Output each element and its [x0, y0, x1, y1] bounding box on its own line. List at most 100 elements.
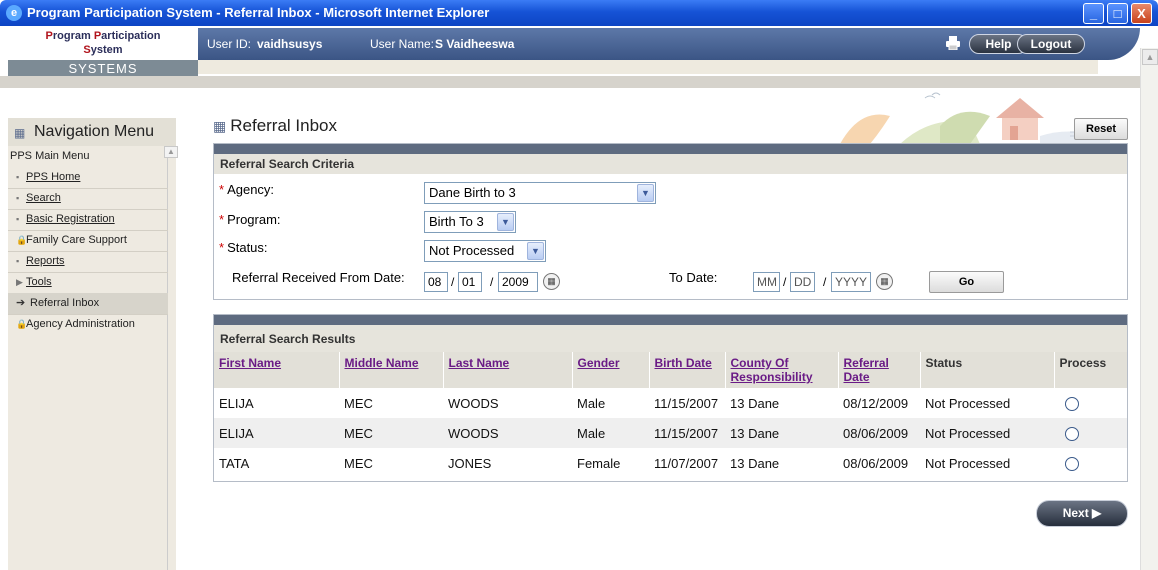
- reset-button[interactable]: Reset: [1074, 118, 1128, 140]
- status-select[interactable]: Not Processed ▼: [424, 240, 546, 262]
- ie-icon: e: [6, 5, 22, 21]
- window-title: Program Participation System - Referral …: [27, 5, 490, 20]
- nav-item-family-care-support[interactable]: 🔒Family Care Support: [8, 230, 168, 251]
- col-referral-date[interactable]: Referral Date: [838, 352, 921, 388]
- user-id-value: vaidhsusys: [257, 37, 323, 51]
- logout-button[interactable]: Logout: [1017, 34, 1085, 54]
- header-subbar: [198, 60, 1098, 74]
- dropdown-arrow-icon[interactable]: ▼: [497, 213, 514, 231]
- calendar-icon[interactable]: ▦: [876, 273, 893, 290]
- process-radio[interactable]: [1065, 396, 1079, 411]
- lock-icon: 🔒: [16, 235, 28, 245]
- grid-icon: ▦: [213, 118, 227, 134]
- nav-item-tools[interactable]: ▶ Tools: [8, 272, 168, 293]
- dropdown-arrow-icon[interactable]: ▼: [527, 242, 544, 260]
- scroll-up-arrow-icon[interactable]: ▲: [1142, 49, 1158, 65]
- col-first-name[interactable]: First Name: [214, 352, 340, 388]
- col-county[interactable]: County Of Responsibility: [725, 352, 839, 388]
- cell-first-name: ELIJA: [214, 418, 339, 448]
- col-gender[interactable]: Gender: [572, 352, 650, 388]
- user-name-label: User Name:: [370, 37, 435, 51]
- nav-scrollbar[interactable]: ▲: [164, 146, 178, 570]
- triangle-right-icon: ▶: [16, 277, 23, 287]
- cell-referral-date: 08/06/2009: [843, 455, 909, 471]
- results-heading: Referral Search Results: [214, 325, 1127, 353]
- cell-birth-date: 11/15/2007: [654, 395, 719, 411]
- from-month-input[interactable]: 08: [424, 272, 448, 292]
- bullet-icon: ▪: [16, 172, 20, 182]
- col-status: Status: [920, 352, 1055, 388]
- scroll-up-arrow-icon[interactable]: ▲: [164, 146, 178, 158]
- house-landscape-icon: [840, 92, 1110, 144]
- cell-process: [1054, 418, 1127, 448]
- from-day-input[interactable]: 01: [458, 272, 482, 292]
- dropdown-arrow-icon[interactable]: ▼: [637, 184, 654, 202]
- cell-referral-date: 08/06/2009: [838, 418, 920, 448]
- from-date-label: Referral Received From Date:: [232, 270, 405, 285]
- nav-item-reports[interactable]: ▪ Reports: [8, 251, 168, 272]
- to-year-input[interactable]: YYYY: [831, 272, 871, 292]
- next-button[interactable]: Next ▶: [1036, 500, 1128, 527]
- cell-county: 13 Dane: [730, 455, 780, 471]
- col-process: Process: [1054, 352, 1127, 388]
- cell-county: 13 Dane: [725, 418, 838, 448]
- agency-label: * Agency:: [219, 182, 275, 197]
- minimize-button[interactable]: _: [1083, 3, 1104, 24]
- col-middle-name[interactable]: Middle Name: [339, 352, 444, 388]
- cell-first-name: TATA: [219, 455, 250, 471]
- window-titlebar: e Program Participation System - Referra…: [0, 0, 1158, 26]
- nav-item-pps-home[interactable]: ▪ PPS Home: [8, 167, 168, 188]
- bullet-icon: ▪: [16, 193, 20, 203]
- cell-first-name: ELIJA: [219, 395, 254, 411]
- table-row: ELIJA MEC WOODS Male 11/15/2007 13 Dane …: [214, 418, 1127, 448]
- cell-referral-date: 08/12/2009: [843, 395, 909, 411]
- maximize-button[interactable]: □: [1107, 3, 1128, 24]
- from-year-input[interactable]: 2009: [498, 272, 538, 292]
- cell-middle-name: MEC: [339, 418, 443, 448]
- to-month-input[interactable]: MM: [753, 272, 780, 292]
- col-birth-date[interactable]: Birth Date: [649, 352, 726, 388]
- cell-process: [1054, 448, 1127, 478]
- table-row: ELIJA MEC WOODS Male 11/15/2007 13 Dane …: [214, 388, 1127, 418]
- col-last-name[interactable]: Last Name: [443, 352, 573, 388]
- table-row: TATA MEC JONES Female 11/07/2007 13 Dane…: [214, 448, 1127, 478]
- printer-icon[interactable]: [945, 36, 961, 51]
- bullet-icon: ▪: [16, 214, 20, 224]
- cell-birth-date: 11/07/2007: [654, 455, 719, 471]
- process-radio[interactable]: [1065, 456, 1079, 471]
- program-select[interactable]: Birth To 3 ▼: [424, 211, 516, 233]
- cell-birth-date: 11/15/2007: [649, 418, 725, 448]
- calendar-icon[interactable]: ▦: [543, 273, 560, 290]
- cell-middle-name: MEC: [344, 455, 373, 471]
- program-label: * Program:: [219, 212, 281, 227]
- navigation-menu: PPS Main Menu ▪ PPS Home ▪ Search ▪ Basic R…: [8, 146, 168, 570]
- cell-process: [1054, 388, 1127, 418]
- nav-item-referral-inbox[interactable]: ➔ Referral Inbox: [8, 293, 168, 314]
- cell-gender: Male: [577, 395, 606, 411]
- process-radio[interactable]: [1065, 426, 1079, 441]
- nav-header: ▦ Navigation Menu: [8, 118, 176, 146]
- cell-status: Not Processed: [920, 418, 1054, 448]
- arrow-right-icon: ➔: [16, 297, 26, 309]
- results-header-row: First Name Middle Name Last Name Gender …: [214, 352, 1127, 388]
- go-button[interactable]: Go: [929, 271, 1004, 293]
- cell-status: Not Processed: [925, 455, 1011, 471]
- user-name-value: S Vaidheeswa: [435, 37, 515, 51]
- user-id-label: User ID:: [207, 37, 252, 51]
- close-button[interactable]: X: [1131, 3, 1152, 24]
- nav-item-search[interactable]: ▪ Search: [8, 188, 168, 209]
- page-scrollbar[interactable]: ▲: [1140, 48, 1158, 570]
- results-table: First Name Middle Name Last Name Gender …: [214, 352, 1127, 478]
- criteria-heading: Referral Search Criteria: [214, 154, 1127, 174]
- agency-select[interactable]: Dane Birth to 3 ▼: [424, 182, 656, 204]
- cell-last-name: WOODS: [448, 395, 499, 411]
- page-title: ▦ Referral Inbox: [213, 116, 338, 135]
- nav-item-agency-administration[interactable]: 🔒Agency Administration: [8, 314, 168, 335]
- grid-icon: ▦: [14, 126, 26, 140]
- to-day-input[interactable]: DD: [790, 272, 815, 292]
- cell-gender: Male: [572, 418, 649, 448]
- nav-item-basic-registration[interactable]: ▪ Basic Registration: [8, 209, 168, 230]
- status-label: * Status:: [219, 240, 268, 255]
- cell-gender: Female: [577, 455, 621, 471]
- to-date-label: To Date:: [669, 270, 718, 285]
